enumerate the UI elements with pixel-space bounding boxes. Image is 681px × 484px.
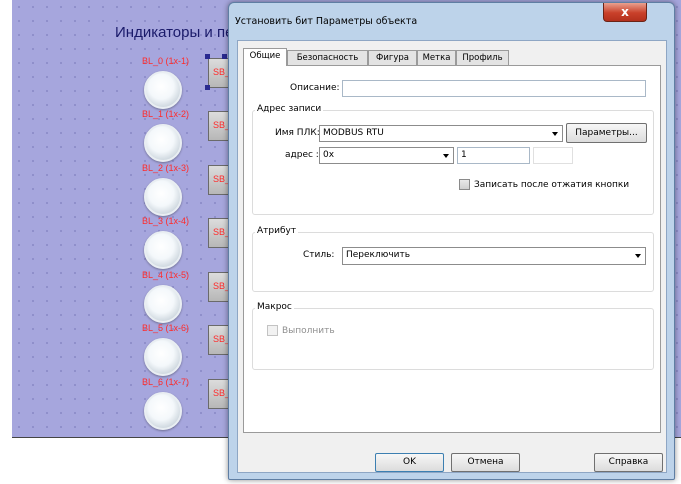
help-button[interactable]: Справка [594,453,663,472]
style-value: Переключить [346,250,411,260]
plc-name-label: Имя ПЛК: [275,128,320,138]
indicator-lamp [144,178,182,216]
indicator-bl6[interactable]: BL_6 (1x-7) [142,377,204,430]
address-group-title: Адрес записи [255,104,324,114]
indicator-label: BL_1 (1x-2) [142,109,190,119]
indicator-label: BL_2 (1x-3) [142,163,190,173]
write-after-release-label: Записать после отжатия кнопки [474,180,630,190]
indicator-lamp [144,124,182,162]
description-label: Описание: [290,83,340,93]
tab-shape[interactable]: Фигура [368,50,417,65]
close-icon[interactable]: x [603,3,647,22]
indicator-lamp [144,231,182,269]
tab-panel-general: Описание: Адрес записи Имя ПЛК: MODBUS R… [243,65,661,433]
write-after-release-checkbox[interactable] [459,179,470,190]
selection-handle[interactable] [222,54,227,59]
execute-macro-label: Выполнить [282,326,335,336]
address-type-value: 0x [323,150,335,160]
indicator-label: BL_4 (1x-5) [142,270,190,280]
indicator-lamp [144,71,182,109]
selection-handle[interactable] [205,85,210,90]
description-input[interactable] [342,80,646,97]
indicator-label: BL_6 (1x-7) [142,377,190,387]
chevron-down-icon [552,132,558,136]
address-input[interactable]: 1 [457,147,530,164]
style-select[interactable]: Переключить [342,247,646,265]
plc-name-select[interactable]: MODBUS RTU [319,125,563,142]
indicator-bl5[interactable]: BL_5 (1x-6) [142,323,204,376]
indicator-lamp [144,392,182,430]
tab-security[interactable]: Безопасность [287,50,368,65]
address-label: адрес : [285,150,319,160]
attribute-group-title: Атрибут [255,226,299,236]
plc-name-value: MODBUS RTU [323,128,384,138]
dialog-title: Установить бит Параметры объекта [235,16,418,27]
indicator-bl3[interactable]: BL_3 (1x-4) [142,216,204,269]
indicator-label: BL_3 (1x-4) [142,216,190,226]
tab-general[interactable]: Общие [243,48,287,66]
indicator-bl0[interactable]: BL_0 (1x-1) [142,56,204,109]
dialog-body: Общие Безопасность Фигура Метка Профиль … [237,40,667,473]
chevron-down-icon [635,254,641,258]
tab-profile[interactable]: Профиль [456,50,509,65]
indicator-bl4[interactable]: BL_4 (1x-5) [142,270,204,323]
indicator-label: BL_0 (1x-1) [142,56,190,66]
style-label: Стиль: [303,250,335,260]
address-extra-field[interactable] [533,147,573,164]
indicator-bl2[interactable]: BL_2 (1x-3) [142,163,204,216]
ok-button[interactable]: OK [375,453,444,472]
macro-group [252,308,654,370]
indicator-lamp [144,338,182,376]
indicator-lamp [144,285,182,323]
parameters-button[interactable]: Параметры... [566,123,647,143]
cancel-button[interactable]: Отмена [451,453,520,472]
object-properties-dialog: Установить бит Параметры объекта x Общие… [228,2,675,480]
chevron-down-icon [443,154,449,158]
address-type-select[interactable]: 0x [319,147,454,164]
tab-label[interactable]: Метка [417,50,456,65]
selection-handle[interactable] [205,54,210,59]
macro-group-title: Макрос [255,302,294,312]
execute-macro-checkbox[interactable] [267,325,278,336]
indicator-label: BL_5 (1x-6) [142,323,190,333]
indicator-bl1[interactable]: BL_1 (1x-2) [142,109,204,162]
